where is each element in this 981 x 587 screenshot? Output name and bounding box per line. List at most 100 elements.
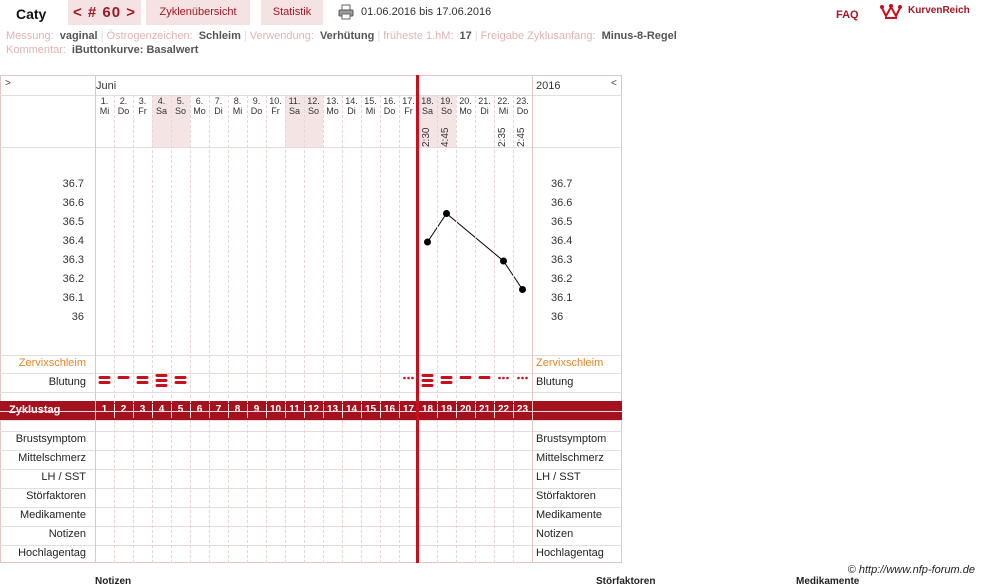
logo-text[interactable]: KurvenReich <box>908 5 970 16</box>
tab-statistics[interactable]: Statistik <box>261 0 323 25</box>
info-value: 17 <box>459 30 472 42</box>
day-header[interactable]: 20. Mo <box>456 96 475 116</box>
temp-tick-left: 36.5 <box>62 216 84 228</box>
measure-time-text: 2:45 <box>516 127 527 147</box>
day-header[interactable]: 11. Sa <box>285 96 304 116</box>
grid-col-line <box>228 95 229 563</box>
day-header[interactable]: 3. Fr <box>133 96 152 116</box>
user-name: Caty <box>16 6 47 22</box>
day-number: 18. <box>421 96 434 106</box>
crown-icon[interactable] <box>880 2 902 23</box>
day-header[interactable]: 21. Di <box>475 96 494 116</box>
grid-row-line <box>0 488 622 489</box>
day-header[interactable]: 7. Di <box>209 96 228 116</box>
printer-icon[interactable] <box>338 4 354 23</box>
grid-col-line <box>456 95 457 563</box>
grid-col-line <box>133 95 134 563</box>
grid-row-line <box>0 507 622 508</box>
temperature-point[interactable] <box>519 286 526 293</box>
grid-row-line <box>0 545 622 546</box>
day-weekday: Sa <box>155 106 167 116</box>
day-weekday: Mi <box>99 106 110 116</box>
bleeding-medium-icon <box>136 376 149 384</box>
day-header[interactable]: 15. Mi <box>361 96 380 116</box>
cycle-navigator[interactable]: < # 60 > <box>68 0 141 25</box>
cycle-comment-line: Kommentar: iButtonkurve: Basalwert <box>6 44 201 56</box>
day-weekday: Do <box>250 106 263 116</box>
day-header[interactable]: 5. So <box>171 96 190 116</box>
day-number: 13. <box>326 96 339 106</box>
info-label: Verwendung: <box>249 30 314 42</box>
grid-row-line <box>0 355 622 356</box>
day-header[interactable]: 14. Di <box>342 96 361 116</box>
measure-time-text: 2:35 <box>497 127 508 147</box>
info-label: früheste 1.hM: <box>383 30 454 42</box>
top-bar: Caty < # 60 > Zyklenübersicht Statistik … <box>0 0 981 28</box>
day-header[interactable]: 10. Fr <box>266 96 285 116</box>
day-header[interactable]: 2. Do <box>114 96 133 116</box>
day-weekday: So <box>307 106 319 116</box>
measure-time: 4:45 <box>437 123 456 147</box>
grid-row-line <box>0 392 622 393</box>
temp-tick-left: 36.6 <box>62 197 84 209</box>
day-weekday: Sa <box>421 106 433 116</box>
temperature-point[interactable] <box>500 257 507 265</box>
info-label: Östrogenzeichen: <box>106 30 193 42</box>
grid-col-line <box>532 75 533 563</box>
grid-col-line <box>475 95 476 563</box>
day-number: 12. <box>307 96 320 106</box>
day-header[interactable]: 6. Mo <box>190 96 209 116</box>
day-header[interactable]: 12. So <box>304 96 323 116</box>
grid-col-line <box>342 95 343 563</box>
measure-time: 2:45 <box>513 123 532 147</box>
temp-tick-left: 36 <box>71 311 84 323</box>
temp-tick-left: 36.3 <box>62 254 84 266</box>
day-header[interactable]: 4. Sa <box>152 96 171 116</box>
day-header[interactable]: 18. Sa <box>418 96 437 116</box>
temperature-point[interactable] <box>424 238 431 246</box>
grid-col-line <box>171 95 172 563</box>
day-weekday: Mi <box>232 106 243 116</box>
day-header[interactable]: 23. Do <box>513 96 532 116</box>
temperature-point[interactable] <box>443 210 450 217</box>
day-weekday: Mi <box>498 106 509 116</box>
temp-tick-right: 36.1 <box>551 292 573 304</box>
day-header[interactable]: 19. So <box>437 96 456 116</box>
day-header[interactable]: 1. Mi <box>95 96 114 116</box>
day-weekday: Do <box>383 106 396 116</box>
tab-cycle-overview[interactable]: Zyklenübersicht <box>146 0 250 25</box>
day-header[interactable]: 8. Mi <box>228 96 247 116</box>
temp-tick-right: 36.4 <box>551 235 573 247</box>
temperature-curve <box>98 210 528 387</box>
measure-time-text: 4:45 <box>440 127 451 147</box>
grid-col-line <box>323 95 324 563</box>
day-weekday: Do <box>117 106 130 116</box>
grid-row-line <box>0 373 622 374</box>
bleeding-light-icon <box>478 376 491 379</box>
grid-row-line <box>0 147 622 148</box>
grid-col-line <box>152 95 153 563</box>
day-number: 22. <box>497 96 510 106</box>
info-separator: | <box>100 30 104 42</box>
info-separator: | <box>377 30 381 42</box>
grid-col-line <box>209 95 210 563</box>
info-value: Verhütung <box>319 30 375 42</box>
day-number: 9. <box>252 96 261 106</box>
grid-col-line <box>513 95 514 563</box>
day-weekday: Sa <box>288 106 300 116</box>
grid-row-line <box>0 450 622 451</box>
day-header[interactable]: 13. Mo <box>323 96 342 116</box>
day-header[interactable]: 16. Do <box>380 96 399 116</box>
day-weekday: Mo <box>193 106 206 116</box>
day-header[interactable]: 22. Mi <box>494 96 513 116</box>
cycle-info-line: Messung: vaginal | Östrogenzeichen: Schleim |… <box>6 30 680 42</box>
day-weekday: Fr <box>271 106 280 116</box>
day-header[interactable]: 9. Do <box>247 96 266 116</box>
grid-row-line <box>0 526 622 527</box>
day-number: 7. <box>214 96 223 106</box>
temp-tick-right: 36.6 <box>551 197 573 209</box>
bleeding-spotting-icon <box>498 376 509 380</box>
temp-tick-left: 36.2 <box>62 273 84 285</box>
info-separator: | <box>474 30 478 42</box>
faq-link[interactable]: FAQ <box>836 9 859 21</box>
